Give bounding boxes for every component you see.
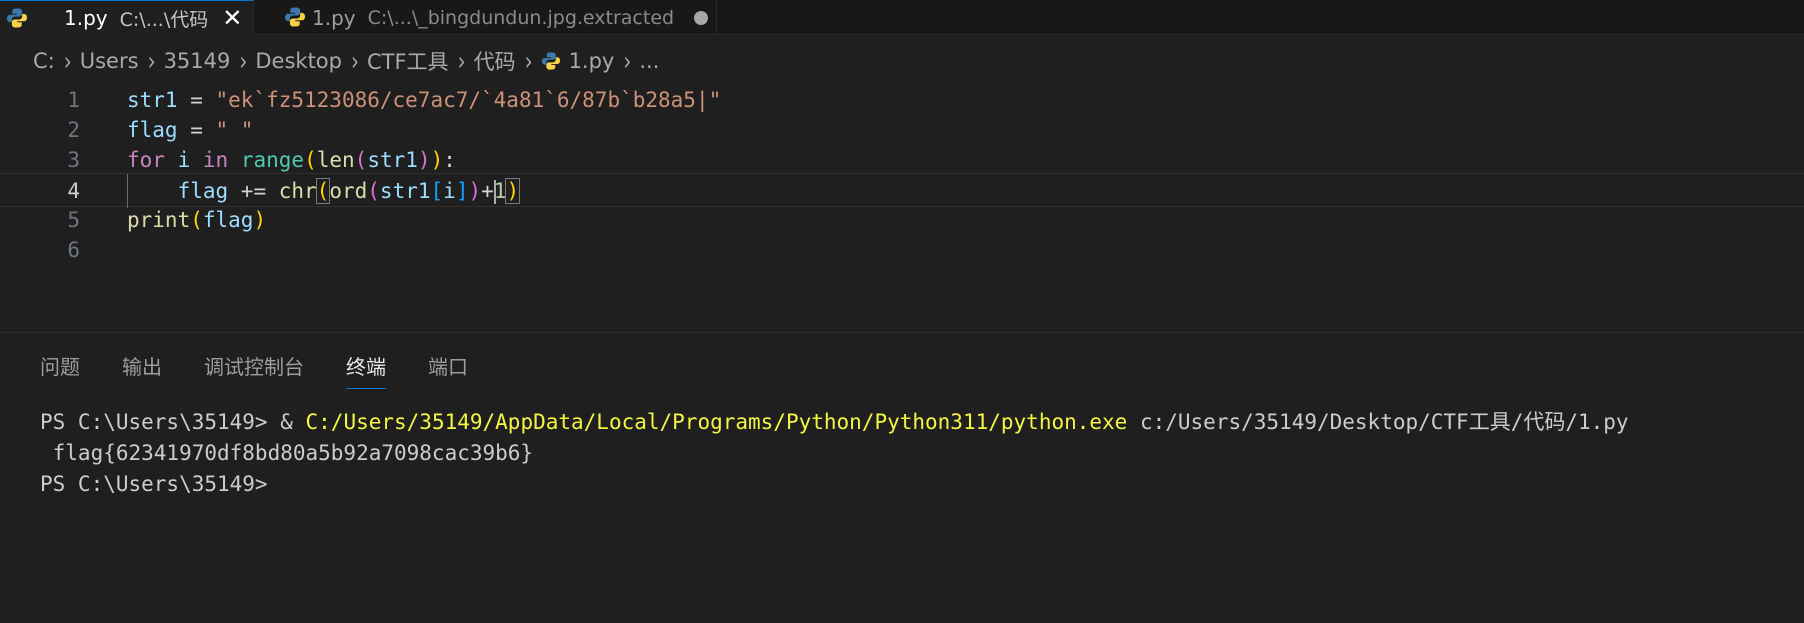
operator: + (481, 179, 494, 203)
breadcrumb-item-symbols[interactable]: ... (639, 49, 659, 73)
code-text: flag = " " (127, 113, 253, 147)
python-file-icon (541, 52, 560, 70)
bracket: ) (253, 208, 267, 232)
string-literal: " " (215, 118, 254, 142)
code-text: str1 = "ek`fz5123086/ce7ac7/`4a81`6/87b`… (127, 83, 721, 117)
keyword: in (202, 148, 229, 172)
number-literal: 1 (493, 179, 507, 203)
code-line[interactable]: 3 for i in range(len(str1)): (0, 143, 1804, 177)
bracket: ) (417, 148, 431, 172)
tab-1py-extracted[interactable]: 1.py C:\...\_bingdundun.jpg.extracted (254, 0, 717, 35)
line-number: 6 (67, 238, 80, 262)
chevron-right-icon: › (457, 45, 466, 77)
tab-ports[interactable]: 端口 (428, 351, 468, 389)
operator: += (228, 179, 279, 203)
function: ord (329, 179, 368, 203)
tab-path: C:\...\_bingdundun.jpg.extracted (367, 6, 675, 29)
function: print (127, 208, 191, 232)
code-line-active[interactable]: 4 flag += chr(ord(str1[i])+1) (0, 173, 1804, 208)
line-number: 2 (67, 118, 80, 142)
terminal-prompt: PS C:\Users\35149> (40, 410, 281, 434)
bracket-match: ) (505, 178, 521, 204)
line-number: 1 (67, 88, 80, 112)
close-icon[interactable]: ✕ (222, 6, 242, 30)
terminal-operator: & (280, 410, 306, 434)
code-line[interactable]: 1 str1 = "ek`fz5123086/ce7ac7/`4a81`6/87… (0, 83, 1804, 117)
breadcrumb-item-users[interactable]: Users (80, 49, 139, 73)
tab-1py-code[interactable]: 1.py C:\...\代码 ✕ (0, 0, 254, 35)
bracket: ) (468, 179, 482, 203)
tab-filename: 1.py (312, 5, 356, 30)
code-text: print(flag) (127, 203, 266, 237)
terminal[interactable]: PS C:\Users\35149> & C:/Users/35149/AppD… (40, 407, 1629, 500)
terminal-command-arg: c:/Users/35149/Desktop/CTF工具/代码/1.py (1127, 410, 1629, 434)
code-text: for i in range(len(str1)): (127, 143, 456, 177)
bracket: ( (367, 179, 380, 203)
terminal-prompt: PS C:\Users\35149> (40, 472, 268, 496)
tab-terminal[interactable]: 终端 (346, 351, 386, 389)
tab-filename: 1.py (64, 6, 108, 30)
line-number: 3 (67, 148, 80, 172)
python-file-icon (285, 7, 305, 27)
code-line[interactable]: 5 print(flag) (0, 203, 1804, 237)
variable: flag (177, 179, 229, 203)
bracket-match: ( (315, 178, 331, 204)
breadcrumb-item-file[interactable]: 1.py (569, 49, 615, 73)
tab-problems[interactable]: 问题 (40, 351, 80, 389)
variable: str1 (379, 179, 431, 203)
chevron-right-icon: › (239, 45, 248, 77)
breadcrumb-item-code[interactable]: 代码 (474, 46, 516, 76)
tab-path: C:\...\代码 (119, 8, 209, 31)
breadcrumb-item-drive[interactable]: C: (33, 49, 55, 73)
variable: str1 (367, 148, 418, 172)
variable: flag (202, 208, 254, 232)
function: chr (278, 179, 317, 203)
bracket: [ (430, 179, 444, 203)
variable: i (443, 179, 456, 203)
colon: : (443, 148, 456, 172)
code-editor[interactable]: 1 str1 = "ek`fz5123086/ce7ac7/`4a81`6/87… (0, 83, 1804, 328)
chevron-right-icon: › (623, 45, 632, 77)
string-literal: "ek`fz5123086/ce7ac7/`4a81`6/87b`b28a5 (215, 88, 696, 112)
editor-tab-bar: 1.py C:\...\代码 ✕ 1.py C:\...\_bingdundun… (0, 0, 1804, 35)
panel-tabs: 问题 输出 调试控制台 终端 端口 (40, 351, 510, 389)
breadcrumb: C: › Users › 35149 › Desktop › CTF工具 › 代… (33, 44, 659, 78)
chevron-right-icon: › (63, 45, 72, 77)
variable: i (177, 148, 191, 172)
chevron-right-icon: › (147, 45, 156, 77)
code-line[interactable]: 6 (0, 233, 1804, 267)
python-file-icon (7, 8, 27, 28)
terminal-output: flag{62341970df8bd80a5b92a7098cac39b6} (40, 441, 534, 465)
tab-output[interactable]: 输出 (122, 351, 162, 389)
variable: str1 (127, 88, 178, 112)
bracket: ( (354, 148, 368, 172)
builtin: range (240, 148, 305, 172)
bracket: ] (455, 179, 469, 203)
terminal-command-exe: C:/Users/35149/AppData/Local/Programs/Py… (305, 410, 1128, 434)
breadcrumb-item-ctf-tools[interactable]: CTF工具 (367, 46, 449, 76)
code-line[interactable]: 2 flag = " " (0, 113, 1804, 147)
bracket: ( (304, 148, 317, 172)
string-literal-end: |" (695, 88, 722, 112)
function: len (316, 148, 355, 172)
line-number: 5 (67, 208, 80, 232)
bottom-panel: 问题 输出 调试控制台 终端 端口 PS C:\Users\35149> & C… (0, 332, 1804, 623)
keyword: for (127, 148, 165, 172)
bracket: ( (190, 208, 203, 232)
breadcrumb-item-user[interactable]: 35149 (164, 49, 231, 73)
variable: flag (127, 118, 178, 142)
bracket: ) (430, 148, 444, 172)
breadcrumb-item-desktop[interactable]: Desktop (255, 49, 342, 73)
chevron-right-icon: › (350, 45, 359, 77)
operator: = (177, 118, 216, 142)
unsaved-dot-icon[interactable] (694, 10, 709, 25)
chevron-right-icon: › (524, 45, 533, 77)
tab-debug-console[interactable]: 调试控制台 (204, 351, 304, 389)
operator: = (177, 88, 216, 112)
